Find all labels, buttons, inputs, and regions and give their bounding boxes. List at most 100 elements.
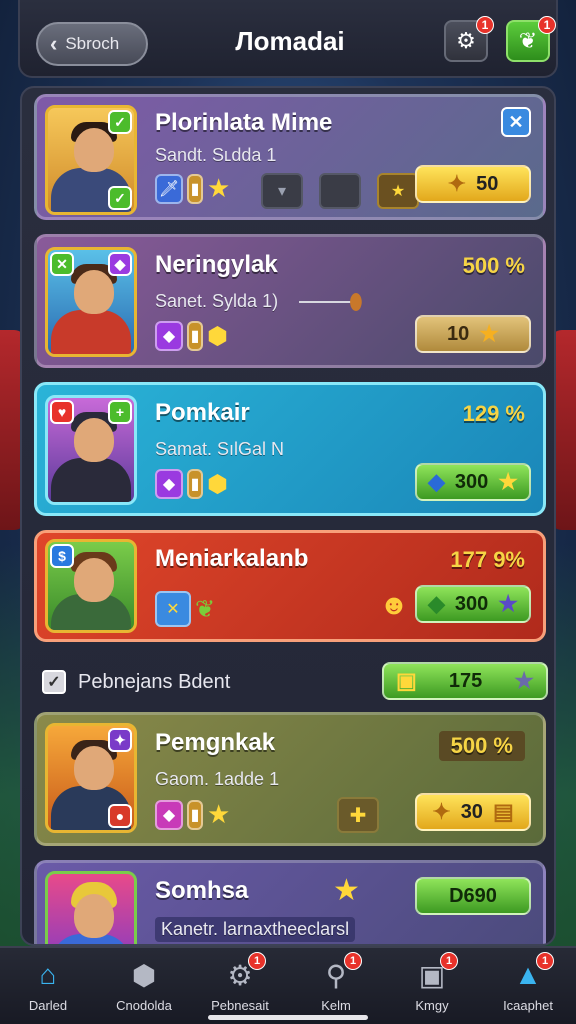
- notification-badge: 1: [476, 16, 494, 34]
- gear-icon: ⚙: [456, 28, 476, 53]
- nav-item-settings[interactable]: ⚙ 1 Pebnesait: [192, 948, 288, 1024]
- coin-stack-icon: ✦: [432, 799, 451, 824]
- hero-portrait: ♥ +: [45, 395, 137, 505]
- hero-portrait: [45, 871, 137, 944]
- chevron-down-icon: ▾: [277, 183, 287, 200]
- sword-icon: 🗡: [155, 173, 183, 204]
- hero-card[interactable]: ✦ ● Pemgnkak 500 % Gaom. 1adde 1 ◆ ▮ ★ ✚…: [34, 712, 546, 846]
- gem-icon: ◆: [108, 252, 132, 276]
- star-icon: ★: [479, 321, 499, 346]
- hero-stat-icons: ✕ ❦: [155, 591, 215, 627]
- equipment-slot[interactable]: ★: [377, 173, 419, 209]
- reward-button[interactable]: D690: [415, 877, 531, 915]
- chart-icon: ▲ 1: [508, 952, 554, 994]
- reward-button[interactable]: ✦ 30 ▤: [415, 793, 531, 831]
- reward-button[interactable]: 10 ★: [415, 315, 531, 353]
- equipment-slot[interactable]: ✚: [337, 797, 379, 833]
- notification-badge: 1: [440, 952, 458, 970]
- filter-checkbox[interactable]: ✓: [42, 670, 66, 694]
- star-icon: ★: [514, 668, 534, 693]
- chevron-left-icon: ‹: [50, 31, 58, 56]
- hero-name: Meniarkalanb: [155, 545, 309, 572]
- hero-stat-icons: ◆ ▮ ⬢: [155, 321, 228, 351]
- hero-portrait: ✕ ◆: [45, 247, 137, 357]
- filter-reward-pill[interactable]: ▣ 175 ★: [382, 662, 548, 700]
- smile-icon: ☻: [379, 589, 409, 620]
- crossed-tools-icon: ✕: [155, 591, 191, 627]
- star-icon: ★: [498, 591, 519, 616]
- nav-label: Icaaphet: [503, 998, 553, 1013]
- coin-stack-icon: ✦: [447, 171, 467, 196]
- nav-item-stats[interactable]: ▲ 1 Icaaphet: [480, 948, 576, 1024]
- hero-portrait: $: [45, 539, 137, 633]
- hero-name: Pomkair: [155, 399, 250, 426]
- reward-button[interactable]: ✦ 50: [415, 165, 531, 203]
- hero-subtitle: Sanet. Sylda 1): [155, 291, 279, 311]
- cross-icon: ✚: [349, 804, 367, 827]
- hero-subtitle: Samat. SılGal N: [155, 439, 285, 459]
- trophy-icon: ▣: [396, 668, 417, 693]
- star-icon: ★: [498, 469, 519, 494]
- potion-icon: ▮: [187, 799, 203, 830]
- leaf-icon: ❦: [195, 595, 216, 623]
- hero-name: Plorinlata Mime: [155, 109, 333, 136]
- gem-icon: ◆: [155, 799, 183, 830]
- star-icon: ★: [207, 173, 231, 203]
- nav-item-search[interactable]: ⚲ 1 Kelm: [288, 948, 384, 1024]
- hero-percent: 500 %: [438, 731, 525, 761]
- close-icon[interactable]: ✕: [501, 107, 531, 137]
- hero-card[interactable]: $ Meniarkalanb 177 9% ✕ ❦ ☻ ◆ 300 ★: [34, 530, 546, 642]
- hero-percent: 177 9%: [450, 547, 525, 572]
- hero-card[interactable]: ✓ ✓ Plorinlata Mime Sandt. Sʟdda 1 🗡 ▮ ★…: [34, 94, 546, 220]
- hero-stat-icons: 🗡 ▮ ★: [155, 173, 230, 204]
- potion-icon: ▮: [187, 469, 203, 499]
- leaf-button[interactable]: ❦ 1: [506, 16, 556, 62]
- shield-icon: ⬢: [207, 470, 228, 498]
- reward-value: 30: [460, 800, 483, 823]
- hero-percent: 500 %: [462, 253, 525, 278]
- plus-icon: +: [108, 400, 132, 424]
- check-icon: ✓: [108, 110, 132, 134]
- equipment-slot[interactable]: ▾: [261, 173, 303, 209]
- reward-value: 50: [476, 172, 499, 195]
- gem-icon: ✦: [108, 728, 132, 752]
- chest-icon: ▤: [492, 799, 514, 824]
- back-button[interactable]: ‹ Sbroch: [36, 22, 148, 66]
- heart-icon: ♥: [50, 400, 74, 424]
- reward-button[interactable]: ◆ 300 ★: [415, 585, 531, 623]
- bottom-navigation: ⌂ Darled ⬢ Cnodolda ⚙ 1 Pebnesait ⚲ 1 Ke…: [0, 946, 576, 1024]
- top-bar: ‹ Sbroch Лomadai ⚙ 1 ❦ 1: [18, 0, 558, 78]
- nav-label: Cnodolda: [116, 998, 172, 1013]
- hero-card[interactable]: ✕ ◆ Neringylak 500 % Sanet. Sylda 1) ⬮ ◆…: [34, 234, 546, 368]
- hero-name: Neringylak: [155, 251, 278, 278]
- hero-stat-icons: ◆ ▮ ★: [155, 799, 230, 830]
- camera-icon: ▣ 1: [412, 952, 458, 994]
- badge-icon: ●: [108, 804, 132, 828]
- check-icon: ✓: [108, 186, 132, 210]
- search-icon: ⚲ 1: [316, 952, 362, 994]
- filter-label: Pebnejans Bdent: [78, 671, 231, 693]
- back-label: Sbroch: [65, 34, 120, 53]
- gem-icon: ◆: [155, 469, 183, 499]
- nav-item-camera[interactable]: ▣ 1 Kmgy: [384, 948, 480, 1024]
- reward-value: 10: [447, 322, 470, 345]
- home-icon: ⌂: [39, 959, 57, 990]
- nav-label: Kmgy: [415, 998, 449, 1013]
- hero-card[interactable]: ♥ + Pomkair 129 % Samat. SılGal N ◆ ▮ ⬢ …: [34, 382, 546, 516]
- hero-name: Pemgnkak: [155, 729, 276, 756]
- notification-badge: 1: [344, 952, 362, 970]
- hero-subtitle: Sandt. Sʟdda 1: [155, 145, 277, 165]
- reward-button[interactable]: ◆ 300 ★: [415, 463, 531, 501]
- potion-icon: ▮: [187, 321, 203, 351]
- nav-item-cube[interactable]: ⬢ Cnodolda: [96, 948, 192, 1024]
- nav-item-home[interactable]: ⌂ Darled: [0, 948, 96, 1024]
- hero-subtitle: Gaom. 1adde 1: [155, 769, 280, 789]
- settings-button[interactable]: ⚙ 1: [444, 16, 494, 62]
- cube-icon: ⬢: [131, 959, 157, 991]
- hero-subtitle: Kanetr. larnaxtheeclarsl: [155, 917, 356, 942]
- notification-badge: 1: [536, 952, 554, 970]
- hero-card[interactable]: Somhsa ★ Kanetr. larnaxtheeclarsl D690: [34, 860, 546, 944]
- equipment-slot[interactable]: [319, 173, 361, 209]
- gear-icon: ⚙ 1: [220, 952, 266, 994]
- star-icon: ★: [333, 874, 360, 907]
